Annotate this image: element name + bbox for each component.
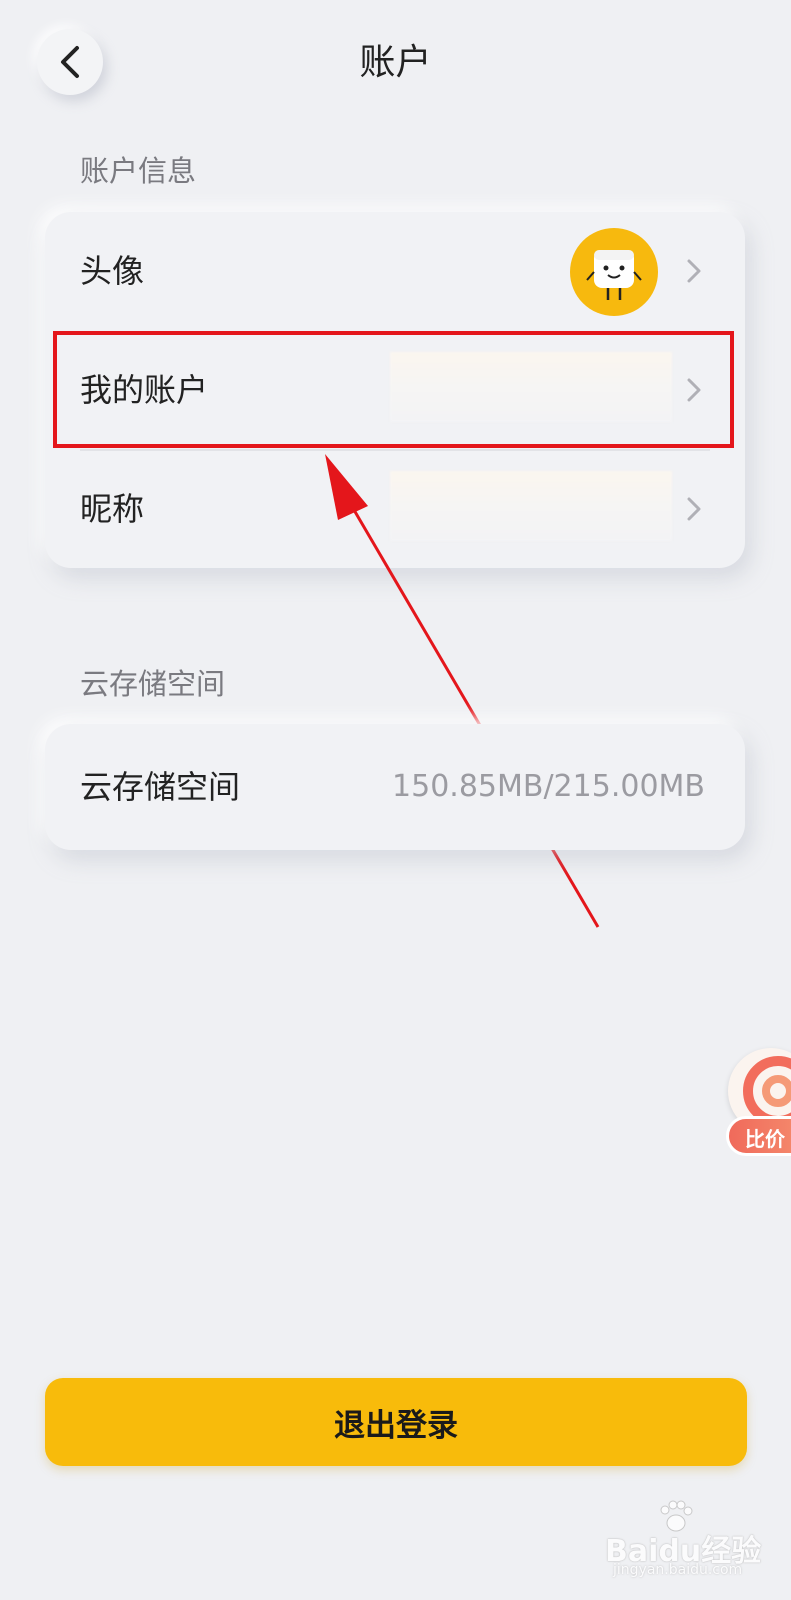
section-label-cloud-storage: 云存储空间 bbox=[80, 667, 226, 701]
cloud-storage-value: 150.85MB/215.00MB bbox=[392, 769, 705, 804]
red-arrow-annotation bbox=[325, 454, 600, 928]
cloud-storage-card[interactable]: 云存储空间 150.85MB/215.00MB bbox=[45, 724, 745, 850]
baidu-jingyan-watermark: Baidu经验 jingyan.baidu.com bbox=[605, 1500, 785, 1590]
floating-price-compare-widget[interactable]: 比价 bbox=[726, 1048, 791, 1188]
logout-button[interactable]: 退出登录 bbox=[45, 1378, 747, 1466]
cloud-storage-row-label: 云存储空间 bbox=[80, 768, 241, 806]
watermark-url: jingyan.baidu.com bbox=[613, 1562, 743, 1578]
logout-button-label: 退出登录 bbox=[334, 1407, 458, 1444]
price-compare-badge: 比价 bbox=[726, 1116, 791, 1156]
